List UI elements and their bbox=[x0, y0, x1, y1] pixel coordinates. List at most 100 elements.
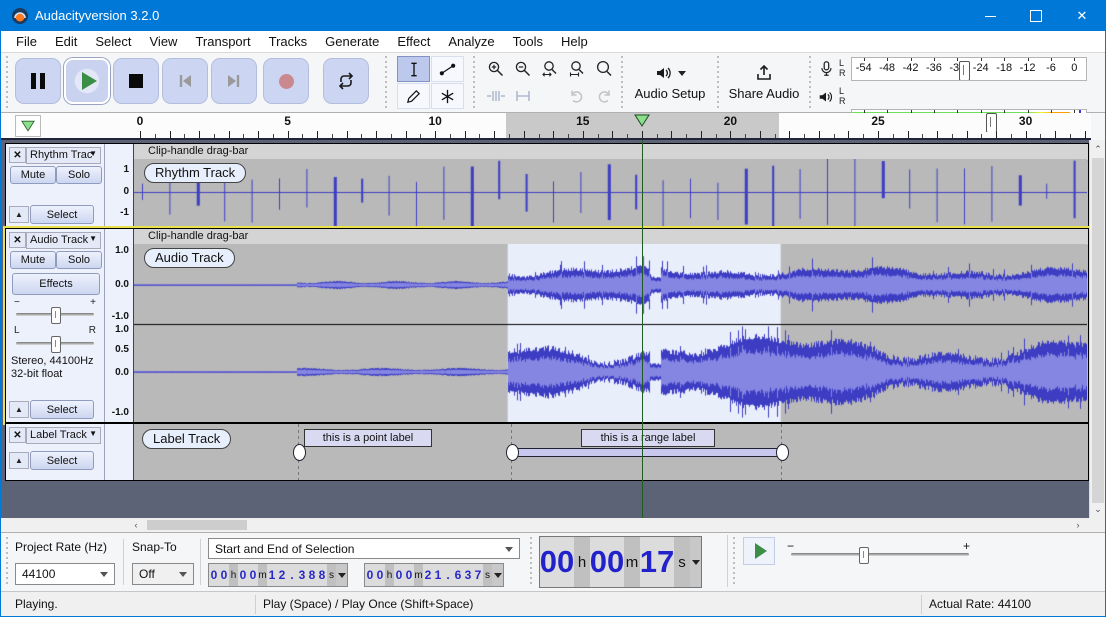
time-digit-cell[interactable]: 6 bbox=[453, 564, 463, 586]
time-digit-cell[interactable]: 2 bbox=[277, 564, 287, 586]
label-select-button[interactable]: Select bbox=[30, 451, 94, 470]
range-label-bar[interactable] bbox=[516, 448, 780, 457]
selection-toolbar-grip[interactable] bbox=[4, 537, 10, 587]
gain-slider-thumb[interactable] bbox=[51, 307, 61, 324]
time-digit-cell[interactable]: 8 bbox=[307, 564, 317, 586]
share-toolbar-grip[interactable] bbox=[715, 56, 721, 108]
zoom-to-selection-button[interactable] bbox=[537, 56, 563, 82]
audio-collapse-button[interactable]: ▲ bbox=[9, 401, 29, 418]
zoom-in-button[interactable] bbox=[483, 56, 509, 82]
recording-meter-mic-button[interactable] bbox=[813, 57, 839, 81]
maximize-button[interactable] bbox=[1013, 1, 1059, 31]
multi-tool-button[interactable] bbox=[431, 83, 464, 109]
rhythm-solo-button[interactable]: Solo bbox=[56, 166, 102, 184]
play-speed-slider-thumb[interactable] bbox=[859, 547, 869, 564]
loop-button[interactable] bbox=[323, 58, 369, 104]
time-format-dropdown[interactable] bbox=[492, 564, 503, 586]
time-digit-cell[interactable]: 2 bbox=[423, 564, 433, 586]
rhythm-track-title-menu[interactable]: ▼Rhythm Trac bbox=[26, 147, 101, 164]
time-digit-cell[interactable]: 0 bbox=[209, 564, 219, 586]
vertical-scrollbar[interactable]: ⌃ ⌄ bbox=[1089, 140, 1105, 518]
menu-help[interactable]: Help bbox=[552, 31, 597, 52]
pinned-playhead-button[interactable] bbox=[15, 115, 41, 137]
rhythm-waveform-canvas[interactable] bbox=[134, 159, 1087, 227]
menu-analyze[interactable]: Analyze bbox=[439, 31, 503, 52]
time-digit-cell[interactable]: 3 bbox=[297, 564, 307, 586]
scroll-down-arrow[interactable]: ⌄ bbox=[1090, 502, 1106, 516]
rhythm-clip-name[interactable]: Rhythm Track bbox=[144, 163, 246, 183]
time-digit-cell[interactable]: 1 bbox=[267, 564, 277, 586]
share-audio-button[interactable]: Share Audio bbox=[723, 56, 805, 108]
audio-track-title-menu[interactable]: ▼Audio Track bbox=[26, 232, 101, 249]
selection-start-timefield[interactable]: 00h00m12.388s bbox=[208, 563, 348, 587]
audio-solo-button[interactable]: Solo bbox=[56, 251, 102, 269]
time-digit-cell[interactable]: . bbox=[287, 564, 297, 586]
recording-meter[interactable]: -54-48-42-36-30-24-18-12-60 bbox=[851, 57, 1087, 81]
transport-toolbar-grip[interactable] bbox=[4, 56, 10, 108]
label-collapse-button[interactable]: ▲ bbox=[9, 452, 29, 469]
scroll-up-arrow[interactable]: ⌃ bbox=[1090, 142, 1106, 156]
play-button[interactable] bbox=[64, 58, 110, 104]
edit-toolbar-grip[interactable] bbox=[471, 56, 477, 108]
undo-button[interactable] bbox=[564, 83, 590, 109]
playhead-triangle[interactable] bbox=[634, 114, 650, 127]
menu-edit[interactable]: Edit bbox=[46, 31, 86, 52]
zoom-out-button[interactable] bbox=[510, 56, 536, 82]
time-digit-cell[interactable]: 0 bbox=[248, 564, 258, 586]
audio-setup-button[interactable]: Audio Setup bbox=[627, 56, 713, 108]
playback-volume-slider[interactable] bbox=[986, 113, 997, 133]
rhythm-mute-button[interactable]: Mute bbox=[10, 166, 56, 184]
menu-effect[interactable]: Effect bbox=[388, 31, 439, 52]
time-digit-cell[interactable]: . bbox=[443, 564, 453, 586]
stop-button[interactable] bbox=[113, 58, 159, 104]
menu-transport[interactable]: Transport bbox=[186, 31, 259, 52]
audio-track-content[interactable]: Clip-handle drag-bar Audio Track bbox=[134, 229, 1088, 422]
time-toolbar-grip[interactable] bbox=[528, 537, 534, 587]
time-digit-cell[interactable]: 0 bbox=[238, 564, 248, 586]
time-digit-cell[interactable]: 00 bbox=[540, 537, 574, 587]
point-label-text[interactable]: this is a point label bbox=[304, 429, 432, 447]
audio-waveform-canvas[interactable] bbox=[134, 244, 1087, 422]
label-track-close-button[interactable]: ✕ bbox=[9, 427, 26, 443]
rhythm-track-close-button[interactable]: ✕ bbox=[9, 147, 26, 163]
play-speed-slider[interactable] bbox=[791, 553, 969, 556]
label-track-title-menu[interactable]: ▼Label Track bbox=[26, 427, 101, 444]
time-digit-cell[interactable]: 7 bbox=[473, 564, 483, 586]
menu-tools[interactable]: Tools bbox=[504, 31, 552, 52]
rhythm-collapse-button[interactable]: ▲ bbox=[9, 206, 29, 223]
time-digit-cell[interactable]: 0 bbox=[219, 564, 229, 586]
menu-select[interactable]: Select bbox=[86, 31, 140, 52]
menu-view[interactable]: View bbox=[141, 31, 187, 52]
time-digit-cell[interactable]: 0 bbox=[404, 564, 414, 586]
label-track-content[interactable]: Label Track this is a point label this i… bbox=[134, 424, 1088, 480]
recording-volume-slider[interactable] bbox=[959, 61, 970, 81]
audio-setup-toolbar-grip[interactable] bbox=[619, 56, 625, 108]
vertical-scroll-thumb[interactable] bbox=[1092, 158, 1104, 503]
selection-end-timefield[interactable]: 00h00m21.637s bbox=[364, 563, 504, 587]
playback-meter-speaker-button[interactable] bbox=[813, 85, 839, 109]
range-label-text[interactable]: this is a range label bbox=[581, 429, 715, 447]
rhythm-track-content[interactable]: Clip-handle drag-bar Rhythm Track bbox=[134, 144, 1088, 227]
fit-project-button[interactable] bbox=[564, 56, 590, 82]
selection-mode-combobox[interactable]: Start and End of Selection bbox=[208, 538, 520, 559]
time-digit-cell[interactable]: 0 bbox=[394, 564, 404, 586]
time-digit-cell[interactable]: 1 bbox=[433, 564, 443, 586]
time-digit-cell[interactable]: 8 bbox=[317, 564, 327, 586]
tools-toolbar-grip[interactable] bbox=[383, 56, 389, 108]
project-rate-combobox[interactable]: 44100 bbox=[15, 563, 115, 585]
time-digit-cell[interactable]: 17 bbox=[640, 537, 674, 587]
skip-to-end-button[interactable] bbox=[211, 58, 257, 104]
zoom-toggle-button[interactable] bbox=[591, 56, 617, 82]
pause-button[interactable] bbox=[15, 58, 61, 104]
snap-to-combobox[interactable]: Off bbox=[132, 563, 194, 585]
silence-selection-button[interactable] bbox=[510, 83, 536, 109]
time-format-dropdown[interactable] bbox=[336, 564, 347, 586]
time-digit-cell[interactable]: 00 bbox=[590, 537, 624, 587]
menu-generate[interactable]: Generate bbox=[316, 31, 388, 52]
menu-file[interactable]: File bbox=[7, 31, 46, 52]
time-format-dropdown[interactable] bbox=[690, 537, 701, 587]
close-button[interactable]: ✕ bbox=[1059, 1, 1105, 31]
audio-select-button[interactable]: Select bbox=[30, 400, 94, 419]
range-label-start-flag[interactable] bbox=[506, 444, 519, 461]
time-digit-cell[interactable]: 0 bbox=[365, 564, 375, 586]
